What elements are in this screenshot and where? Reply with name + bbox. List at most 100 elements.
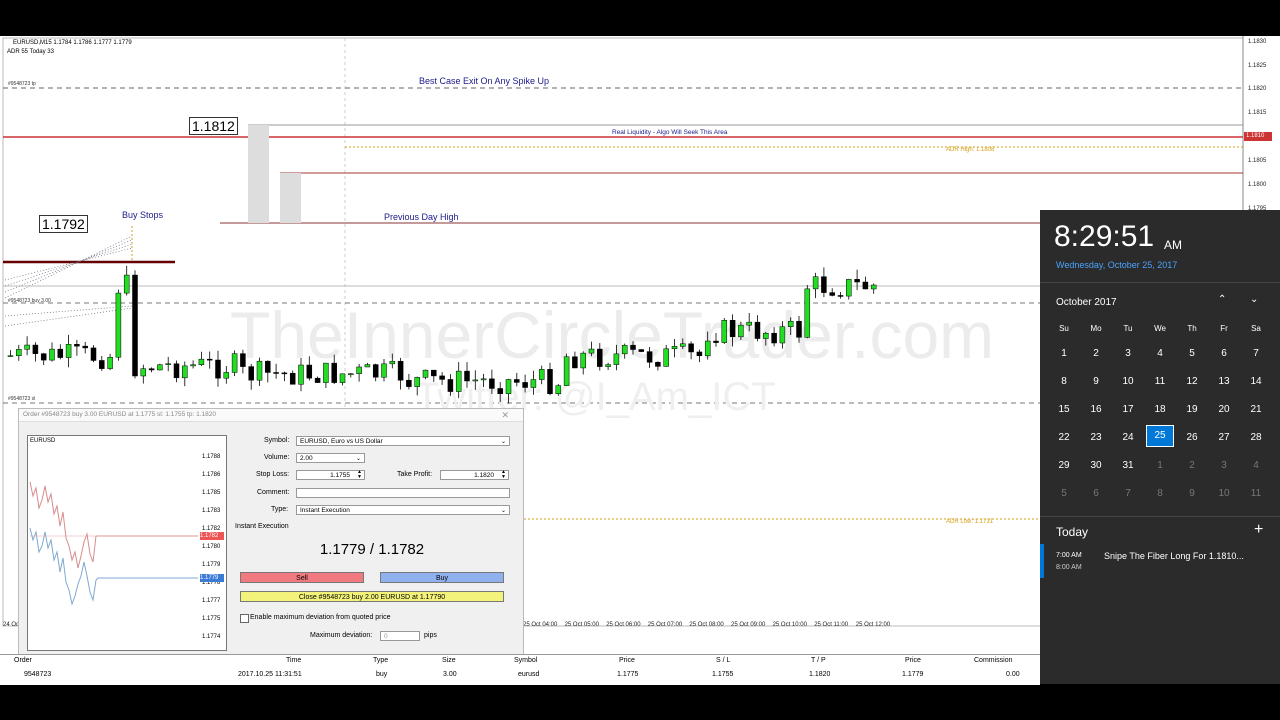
calendar-day[interactable]: 31 [1112, 460, 1144, 471]
calendar-day[interactable]: 7 [1112, 488, 1144, 499]
x-tick-label: 25 Oct 07:00 [647, 622, 683, 628]
calendar-day[interactable]: 10 [1112, 376, 1144, 387]
column-header[interactable]: T / P [811, 657, 826, 664]
symbol-value: EURUSD, Euro vs US Dollar [300, 438, 383, 445]
calendar-day[interactable]: 4 [1240, 460, 1272, 471]
candle-body [198, 358, 205, 365]
column-header[interactable]: Commission [974, 657, 1013, 664]
column-header[interactable]: Time [286, 657, 301, 664]
calendar-day[interactable]: 13 [1208, 376, 1240, 387]
column-header[interactable]: Price [619, 657, 635, 664]
chevron-down-icon[interactable]: ⌄ [1250, 294, 1258, 305]
symbol-select[interactable]: EURUSD, Euro vs US Dollar ⌄ [296, 436, 510, 446]
max-deviation-field[interactable]: 0 [380, 631, 420, 641]
column-header[interactable]: Order [14, 657, 32, 664]
type-select[interactable]: Instant Execution ⌄ [296, 505, 510, 515]
candle-body [854, 279, 860, 283]
column-header[interactable]: Size [442, 657, 456, 664]
calendar-day[interactable]: 9 [1080, 376, 1112, 387]
clock-date[interactable]: Wednesday, October 25, 2017 [1056, 260, 1177, 270]
take-profit-field[interactable]: 1.1820 ▲ ▼ [440, 470, 509, 480]
column-header[interactable]: Type [373, 657, 388, 664]
stop-loss-field[interactable]: 1.1755 ▲ ▼ [296, 470, 365, 480]
calendar-day[interactable]: 12 [1176, 376, 1208, 387]
candle-body [215, 359, 221, 379]
column-header[interactable]: Price [905, 657, 921, 664]
calendar-day[interactable]: 22 [1048, 432, 1080, 443]
calendar-day[interactable]: 3 [1208, 460, 1240, 471]
spinner-icon[interactable]: ▲ ▼ [501, 470, 506, 480]
candle-body [40, 353, 47, 361]
adr-high-label: ADR High: 1.1808 [946, 147, 995, 153]
x-tick-label: 25 Oct 08:00 [689, 622, 724, 628]
candle-body [406, 379, 412, 387]
order-dialog[interactable]: Order #9548723 buy 3.00 EURUSD at 1.1775… [18, 408, 524, 658]
calendar-day[interactable]: 11 [1240, 488, 1272, 499]
column-header[interactable]: Symbol [514, 657, 537, 664]
dialog-title-bar[interactable]: Order #9548723 buy 3.00 EURUSD at 1.1775… [19, 409, 523, 422]
calendar-day[interactable]: 16 [1080, 404, 1112, 415]
buy-button[interactable]: Buy [380, 572, 504, 583]
x-tick-label: 25 Oct 12:00 [855, 622, 891, 628]
calendar-day[interactable]: 1 [1144, 460, 1176, 471]
x-tick-label: 25 Oct 10:00 [772, 622, 807, 628]
weekday-label: Fr [1220, 324, 1228, 333]
calendar-day[interactable]: 19 [1176, 404, 1208, 415]
calendar-day[interactable]: 6 [1208, 348, 1240, 359]
candle-body [655, 362, 661, 367]
spinner-icon[interactable]: ▲ ▼ [357, 470, 362, 480]
candle-body [439, 375, 445, 380]
sell-button[interactable]: Sell [240, 572, 364, 583]
calendar-day[interactable]: 6 [1080, 488, 1112, 499]
comment-input[interactable] [296, 488, 510, 498]
candle-body [431, 369, 437, 377]
event-title[interactable]: Snipe The Fiber Long For 1.1810... [1104, 551, 1244, 561]
calendar-day[interactable]: 28 [1240, 432, 1272, 443]
calendar-day[interactable]: 20 [1208, 404, 1240, 415]
calendar-day[interactable]: 17 [1112, 404, 1144, 415]
deviation-checkbox[interactable] [240, 614, 249, 623]
volume-select[interactable]: 2.00 ⌄ [296, 453, 365, 463]
calendar-day[interactable]: 24 [1112, 432, 1144, 443]
clock-calendar-flyout[interactable]: 8:29:51 AM Wednesday, October 25, 2017 O… [1040, 210, 1280, 684]
calendar-day[interactable]: 4 [1144, 348, 1176, 359]
calendar-day[interactable]: 8 [1144, 488, 1176, 499]
chevron-up-icon[interactable]: ⌃ [1218, 294, 1226, 305]
add-event-icon[interactable]: + [1254, 521, 1263, 539]
calendar-day[interactable]: 30 [1080, 460, 1112, 471]
calendar-day[interactable]: 5 [1176, 348, 1208, 359]
close-icon[interactable]: ✕ [501, 409, 509, 421]
take-profit-value: 1.1820 [474, 472, 494, 479]
calendar-day[interactable]: 8 [1048, 376, 1080, 387]
calendar-day[interactable]: 3 [1112, 348, 1144, 359]
column-header[interactable]: S / L [716, 657, 730, 664]
calendar-day[interactable]: 1 [1048, 348, 1080, 359]
calendar-day[interactable]: 2 [1080, 348, 1112, 359]
calendar-day[interactable]: 23 [1080, 432, 1112, 443]
calendar-day[interactable]: 10 [1208, 488, 1240, 499]
calendar-month[interactable]: October 2017 [1056, 297, 1117, 308]
close-position-button[interactable]: Close #9548723 buy 2.00 EURUSD at 1.1779… [240, 591, 504, 602]
candle-body [464, 370, 470, 382]
calendar-day[interactable]: 27 [1208, 432, 1240, 443]
calendar-day-selected[interactable]: 25 [1146, 425, 1174, 447]
trade-terminal[interactable]: Order Time Type Size Symbol Price S / L T / P Pr… [0, 654, 1040, 685]
candle-body [331, 362, 337, 383]
calendar-day[interactable]: 7 [1240, 348, 1272, 359]
buy-order-label: #9548723 buy 3.00 [8, 298, 51, 304]
candle-body [846, 279, 852, 297]
take-profit-label: Take Profit: [397, 471, 433, 478]
calendar-day[interactable]: 26 [1176, 432, 1208, 443]
calendar-day[interactable]: 21 [1240, 404, 1272, 415]
execution-section-label: Instant Execution [235, 523, 289, 530]
calendar-day[interactable]: 9 [1176, 488, 1208, 499]
calendar-day[interactable]: 11 [1144, 376, 1176, 387]
calendar-day[interactable]: 18 [1144, 404, 1176, 415]
calendar-day[interactable]: 2 [1176, 460, 1208, 471]
calendar-day[interactable]: 14 [1240, 376, 1272, 387]
candle-body [65, 344, 72, 358]
calendar-day[interactable]: 29 [1048, 460, 1080, 471]
calendar-day[interactable]: 5 [1048, 488, 1080, 499]
calendar-day[interactable]: 15 [1048, 404, 1080, 415]
bid-line [29, 527, 198, 606]
